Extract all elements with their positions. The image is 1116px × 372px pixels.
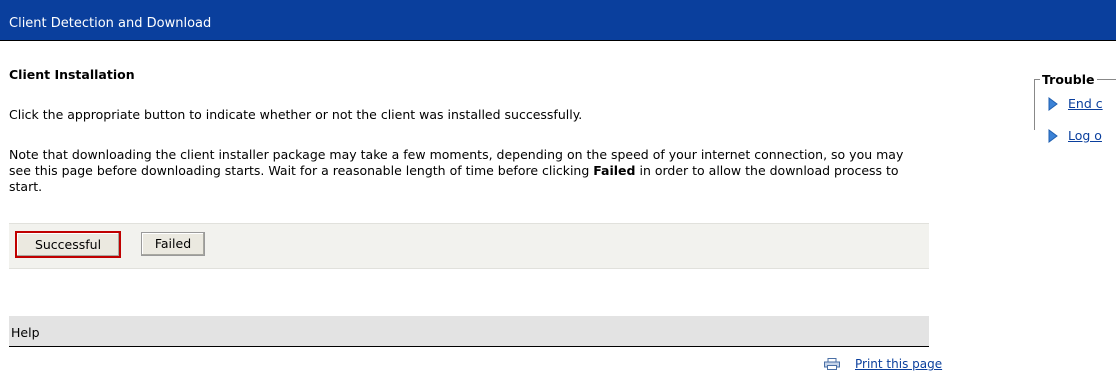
note-text: Note that downloading the client install… xyxy=(9,147,909,195)
section-heading: Client Installation xyxy=(9,67,135,82)
arrow-right-icon xyxy=(1048,128,1058,143)
instruction-text: Click the appropriate button to indicate… xyxy=(9,107,583,122)
log-out-link[interactable]: Log o xyxy=(1068,128,1102,143)
title-bar: Client Detection and Download xyxy=(0,0,1116,41)
failed-button[interactable]: Failed xyxy=(141,232,205,256)
troubleshooting-title: Trouble xyxy=(1040,72,1097,87)
troubleshooting-link-end[interactable]: End c xyxy=(1048,96,1103,111)
button-bar: Successful Failed xyxy=(9,223,929,269)
print-page-link[interactable]: Print this page xyxy=(855,357,942,371)
help-label: Help xyxy=(11,325,40,340)
print-link-group[interactable]: Print this page xyxy=(824,357,942,371)
note-text-bold: Failed xyxy=(593,163,636,178)
arrow-right-icon xyxy=(1048,96,1058,111)
end-session-link[interactable]: End c xyxy=(1068,96,1103,111)
successful-button[interactable]: Successful xyxy=(15,231,121,258)
page-title: Client Detection and Download xyxy=(9,16,212,31)
troubleshooting-link-log[interactable]: Log o xyxy=(1048,128,1102,143)
help-section-header[interactable]: Help xyxy=(9,316,929,347)
printer-icon[interactable] xyxy=(824,358,840,370)
